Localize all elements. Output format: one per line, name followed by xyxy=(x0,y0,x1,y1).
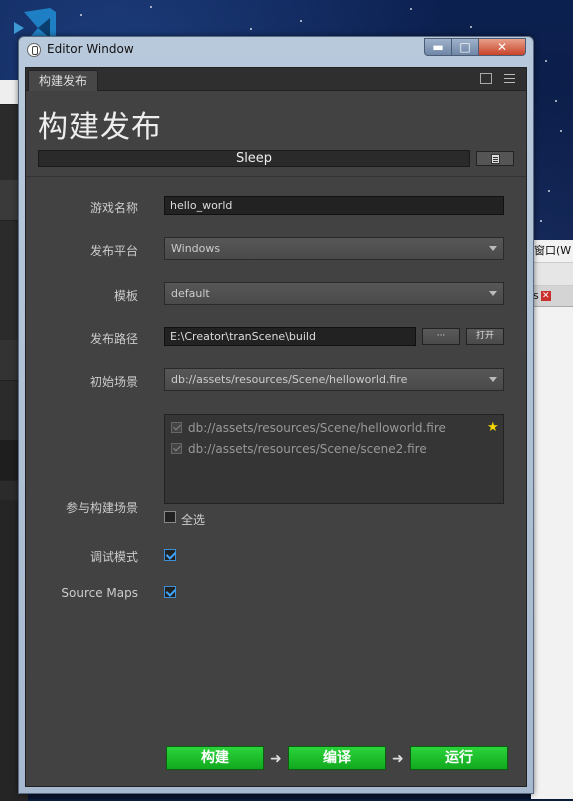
menu-icon[interactable] xyxy=(504,74,515,86)
close-button[interactable]: ✕ xyxy=(478,38,526,56)
template-value: default xyxy=(171,287,210,300)
select-all-checkbox[interactable] xyxy=(164,511,176,523)
popout-icon[interactable] xyxy=(480,73,492,84)
platform-value: Windows xyxy=(171,242,221,255)
chevron-down-icon xyxy=(489,377,497,382)
document-icon xyxy=(491,154,500,164)
run-button[interactable]: 运行 xyxy=(410,746,508,770)
game-name-label: 游戏名称 xyxy=(89,201,138,215)
tab-build[interactable]: 构建发布 xyxy=(28,70,99,91)
scenes-label: 参与构建场景 xyxy=(65,501,138,515)
game-name-input[interactable]: hello_world xyxy=(164,196,504,215)
debug-mode-checkbox[interactable] xyxy=(164,549,176,561)
template-select[interactable]: default xyxy=(164,282,504,305)
app-icon xyxy=(27,43,41,57)
select-all-label: 全选 xyxy=(181,513,206,527)
start-scene-select[interactable]: db://assets/resources/Scene/helloworld.f… xyxy=(164,368,504,391)
page-title: 构建发布 xyxy=(38,110,162,145)
browse-button[interactable]: ··· xyxy=(422,328,460,345)
background-right-app: 窗口(W s ✕ xyxy=(531,240,573,799)
platform-label: 发布平台 xyxy=(89,244,138,258)
maximize-button[interactable]: □ xyxy=(451,38,479,56)
log-button[interactable] xyxy=(476,151,514,166)
source-maps-label: Source Maps xyxy=(61,586,138,600)
divider xyxy=(26,176,526,177)
build-path-label: 发布路径 xyxy=(89,332,138,346)
build-button[interactable]: 构建 xyxy=(166,746,264,770)
chevron-down-icon xyxy=(489,246,497,251)
build-path-input[interactable]: E:\Creator\tranScene\build xyxy=(164,327,416,346)
scene-path: db://assets/resources/Scene/helloworld.f… xyxy=(188,421,446,435)
star-icon: ★ xyxy=(487,420,499,435)
build-panel: 构建发布 构建发布 Sleep 游戏名称 hello_world 发布平台 Wi… xyxy=(25,67,527,787)
background-menu: 窗口(W xyxy=(534,244,572,257)
scene-checkbox[interactable] xyxy=(171,443,182,454)
title-bar[interactable]: Editor Window ▬ □ ✕ xyxy=(19,37,533,63)
start-scene-label: 初始场景 xyxy=(89,375,138,389)
panel-tabstrip: 构建发布 xyxy=(26,68,526,91)
compile-button[interactable]: 编译 xyxy=(288,746,386,770)
editor-window: Editor Window ▬ □ ✕ 构建发布 构建发布 Sleep 游戏名称… xyxy=(18,36,534,794)
arrow-right-icon: ➜ xyxy=(270,751,282,767)
template-label: 模板 xyxy=(113,289,138,303)
open-folder-button[interactable]: 打开 xyxy=(466,328,504,345)
build-progress-bar: Sleep xyxy=(38,150,470,167)
platform-select[interactable]: Windows xyxy=(164,237,504,260)
window-title: Editor Window xyxy=(47,42,134,56)
source-maps-checkbox[interactable] xyxy=(164,586,176,598)
minimize-button[interactable]: ▬ xyxy=(424,38,452,56)
scene-list: db://assets/resources/Scene/helloworld.f… xyxy=(164,414,504,504)
chevron-down-icon xyxy=(489,291,497,296)
debug-mode-label: 调试模式 xyxy=(89,550,138,564)
arrow-right-icon: ➜ xyxy=(392,751,404,767)
start-scene-value: db://assets/resources/Scene/helloworld.f… xyxy=(171,373,408,386)
scene-path: db://assets/resources/Scene/scene2.fire xyxy=(188,442,427,456)
scene-checkbox[interactable] xyxy=(171,422,182,433)
build-status-text: Sleep xyxy=(235,151,273,166)
background-tab: s ✕ xyxy=(531,286,573,307)
